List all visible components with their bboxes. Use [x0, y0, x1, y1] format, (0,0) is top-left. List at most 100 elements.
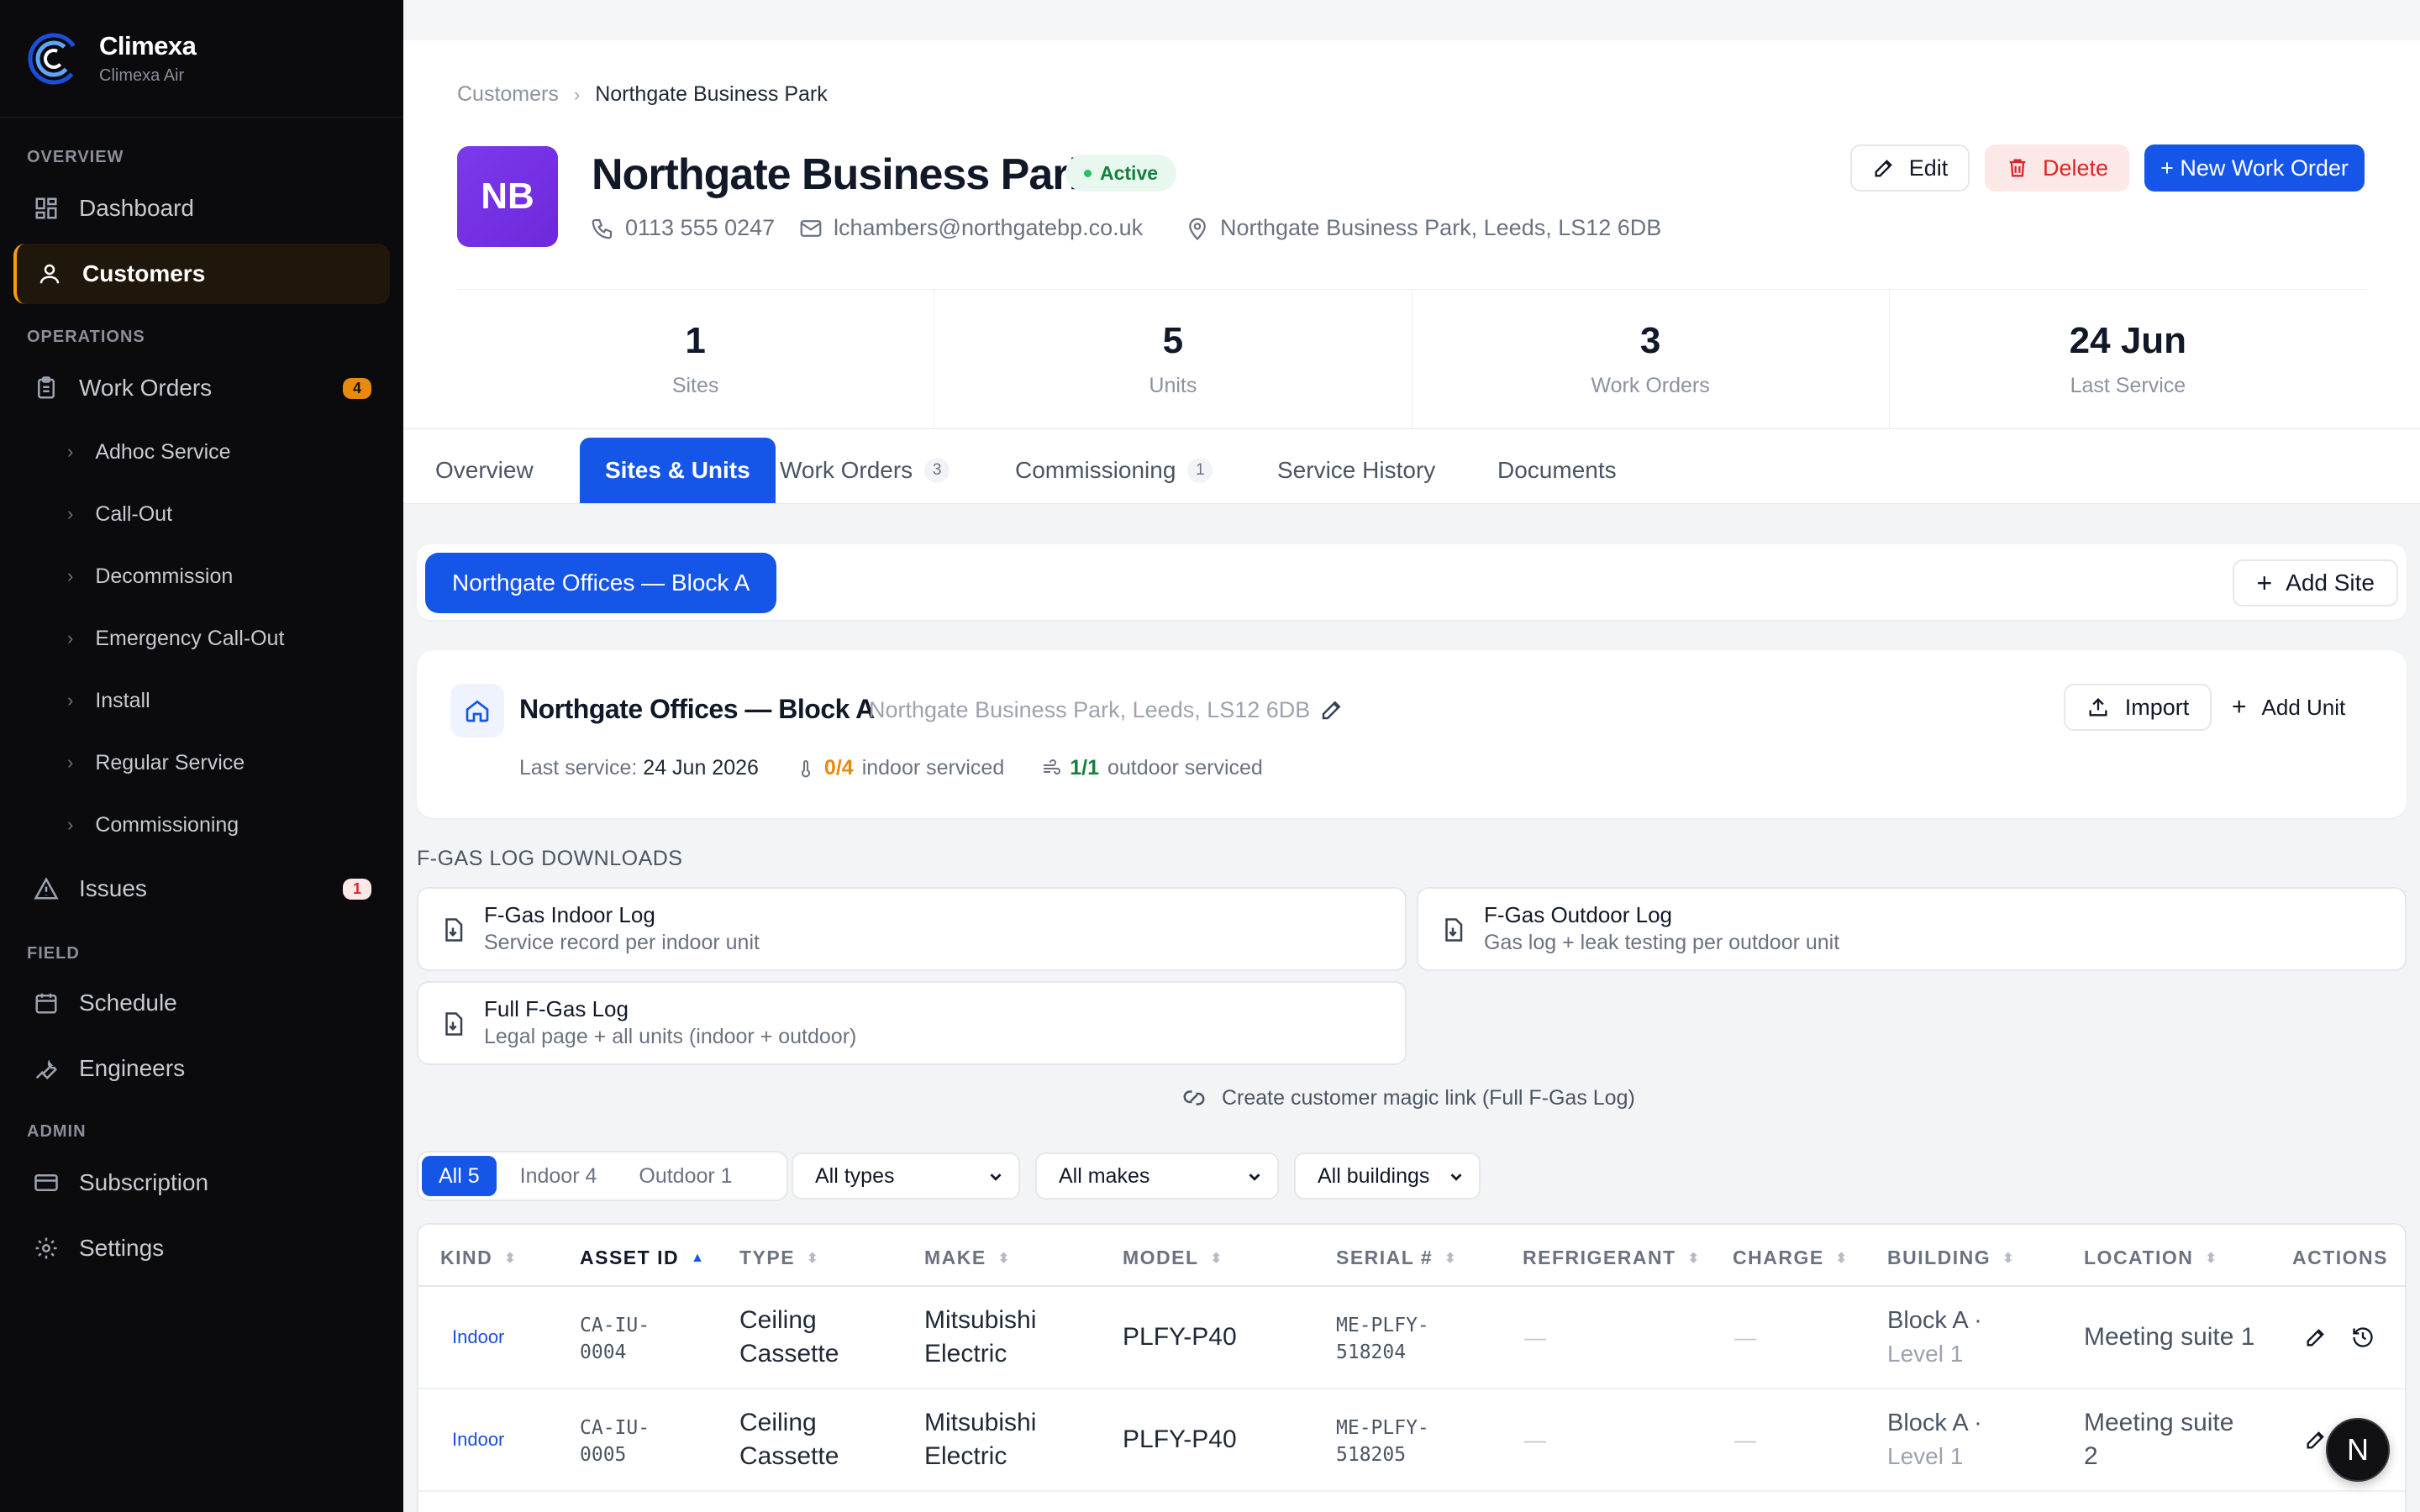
cell-model: PLFY-P40	[1123, 1323, 1237, 1351]
sidebar-subitem-regular-service[interactable]: › Regular Service	[67, 739, 245, 786]
filter-outdoor[interactable]: Outdoor 1	[620, 1156, 750, 1196]
sidebar-item-label: Schedule	[79, 990, 177, 1016]
column-header-make[interactable]: MAKE ⬍	[924, 1247, 1011, 1269]
nav-section-field: FIELD	[27, 944, 80, 963]
sidebar-item-subscription[interactable]: Subscription	[13, 1152, 390, 1213]
sidebar-subitem-call-out[interactable]: › Call-Out	[67, 491, 172, 538]
contact-address[interactable]: Northgate Business Park, Leeds, LS12 6DB	[1185, 215, 1661, 241]
fgas-indoor-log-card[interactable]: F-Gas Indoor Log Service record per indo…	[417, 887, 1407, 971]
column-header-location[interactable]: LOCATION ⬍	[2084, 1247, 2217, 1269]
stat-sites: 1 Sites	[457, 290, 935, 428]
table-row[interactable]: Indoor CA-IU- 0004 Ceiling Cassette Mitsub…	[418, 1287, 2405, 1389]
sidebar-item-engineers[interactable]: Engineers	[13, 1038, 390, 1099]
brand-subtitle: Climexa Air	[99, 66, 185, 85]
tab-sites-units[interactable]: Sites & Units	[580, 438, 776, 503]
sidebar-item-label: Issues	[79, 875, 147, 901]
stat-label: Last Service	[2070, 374, 2186, 397]
tab-work-orders[interactable]: Work Orders 3	[755, 438, 975, 503]
sidebar-item-settings[interactable]: Settings	[13, 1218, 390, 1278]
contact-email[interactable]: lchambers@northgatebp.co.uk	[798, 215, 1143, 241]
customer-header: Customers › Northgate Business Park NB N…	[403, 40, 2420, 428]
sidebar-subitem-label: Install	[95, 688, 150, 712]
sidebar-item-issues[interactable]: Issues 1	[13, 858, 390, 919]
stats-row: 1 Sites 5 Units 3 Work Orders 24 Jun Last Se…	[457, 289, 2366, 428]
tab-documents[interactable]: Documents	[1472, 438, 1642, 503]
sidebar-subitem-decommission[interactable]: › Decommission	[67, 553, 233, 600]
edit-button[interactable]: Edit	[1850, 144, 1970, 192]
cell-line: 0004	[580, 1341, 627, 1363]
nav-section-operations: OPERATIONS	[27, 328, 145, 346]
link-icon	[1183, 1090, 1205, 1105]
column-header-serial[interactable]: SERIAL # ⬍	[1336, 1247, 1457, 1269]
column-header-refrigerant[interactable]: REFRIGERANT ⬍	[1523, 1247, 1701, 1269]
site-name: Northgate Offices — Block A	[519, 694, 875, 724]
tab-label: Commissioning	[1015, 457, 1176, 483]
credit-card-icon	[34, 1174, 58, 1191]
history-icon[interactable]	[2351, 1326, 2375, 1349]
filter-indoor[interactable]: Indoor 4	[502, 1156, 616, 1196]
pencil-icon[interactable]	[1319, 697, 1344, 722]
sidebar-subitem-install[interactable]: › Install	[67, 677, 150, 724]
site-chip-selected[interactable]: Northgate Offices — Block A	[425, 553, 777, 613]
column-header-model[interactable]: MODEL ⬍	[1123, 1247, 1223, 1269]
sidebar-subitem-emergency-call-out[interactable]: › Emergency Call-Out	[67, 615, 284, 662]
filter-all[interactable]: All 5	[422, 1156, 497, 1196]
fgas-card-title: F-Gas Indoor Log	[484, 902, 655, 927]
column-header-asset-id[interactable]: ASSET ID ▲	[580, 1247, 705, 1269]
types-select[interactable]: All types	[792, 1152, 1020, 1200]
sidebar-item-dashboard[interactable]: Dashboard	[13, 178, 390, 239]
sort-icon: ⬍	[807, 1251, 819, 1266]
column-header-charge[interactable]: CHARGE ⬍	[1733, 1247, 1849, 1269]
delete-button[interactable]: Delete	[1985, 144, 2129, 192]
fgas-full-log-card[interactable]: Full F-Gas Log Legal page + all units (i…	[417, 981, 1407, 1065]
units-table: KIND ⬍ ASSET ID ▲ TYPE ⬍ MAKE ⬍ MODEL ⬍ SERIA…	[417, 1223, 2407, 1512]
plus-icon: +	[2232, 693, 2247, 721]
magic-link-button[interactable]: Create customer magic link (Full F-Gas L…	[1181, 1085, 1635, 1110]
column-header-label: CHARGE	[1733, 1247, 1824, 1268]
sidebar-subitem-commissioning[interactable]: › Commissioning	[67, 801, 239, 848]
tab-service-history[interactable]: Service History	[1252, 438, 1460, 503]
table-row[interactable]: Indoor CA-IU- 0005 Ceiling Cassette Mitsub…	[418, 1389, 2405, 1492]
stat-label: Units	[1149, 374, 1197, 397]
cell-building: Block A · Level 1	[1887, 1304, 1982, 1371]
sidebar-item-customers[interactable]: Customers	[13, 244, 390, 304]
home-icon	[450, 684, 504, 738]
work-orders-count-badge: 4	[342, 377, 371, 399]
tab-overview[interactable]: Overview	[410, 438, 559, 503]
site-card: Northgate Offices — Block A Northgate Bu…	[417, 650, 2407, 818]
cell-asset-id: CA-IU- 0005	[580, 1415, 650, 1468]
thermometer-icon	[801, 759, 810, 777]
contact-phone[interactable]: 0113 555 0247	[590, 215, 775, 241]
floating-assistant-badge[interactable]: N	[2326, 1418, 2390, 1482]
import-button[interactable]: Import	[2064, 684, 2212, 731]
stat-value: 3	[1639, 320, 1661, 361]
column-header-building[interactable]: BUILDING ⬍	[1887, 1247, 2015, 1269]
user-icon	[39, 264, 60, 284]
fgas-outdoor-log-card[interactable]: F-Gas Outdoor Log Gas log + leak testing…	[1417, 887, 2407, 971]
stat-label: Work Orders	[1591, 374, 1710, 397]
buildings-select[interactable]: All buildings	[1294, 1152, 1481, 1200]
chevron-right-icon: ›	[67, 565, 74, 586]
cell-model: PLFY-P40	[1123, 1425, 1237, 1453]
upload-icon	[2089, 698, 2107, 717]
gear-icon	[35, 1237, 57, 1259]
import-label: Import	[2124, 694, 2190, 720]
pencil-icon[interactable]	[2304, 1326, 2328, 1349]
sidebar-subitem-adhoc-service[interactable]: › Adhoc Service	[67, 428, 231, 475]
sidebar-item-schedule[interactable]: Schedule	[13, 973, 390, 1033]
column-header-kind[interactable]: KIND ⬍	[440, 1247, 517, 1269]
sidebar-item-work-orders[interactable]: Work Orders 4	[13, 358, 390, 418]
nav-section-overview: OVERVIEW	[27, 148, 124, 166]
tab-count-badge: 1	[1187, 458, 1213, 483]
add-site-button[interactable]: + Add Site	[2233, 559, 2398, 606]
brand[interactable]: Climexa Climexa Air	[0, 0, 403, 118]
breadcrumb: Customers › Northgate Business Park	[457, 82, 828, 107]
new-work-order-button[interactable]: + New Work Order	[2144, 144, 2365, 192]
add-unit-button[interactable]: + Add Unit	[2232, 684, 2345, 731]
makes-select[interactable]: All makes	[1035, 1152, 1279, 1200]
pencil-icon[interactable]	[2304, 1428, 2328, 1452]
tab-commissioning[interactable]: Commissioning 1	[990, 438, 1238, 503]
column-header-type[interactable]: TYPE ⬍	[739, 1247, 819, 1269]
chevron-right-icon: ›	[573, 83, 581, 105]
breadcrumb-customers-link[interactable]: Customers	[457, 82, 559, 107]
